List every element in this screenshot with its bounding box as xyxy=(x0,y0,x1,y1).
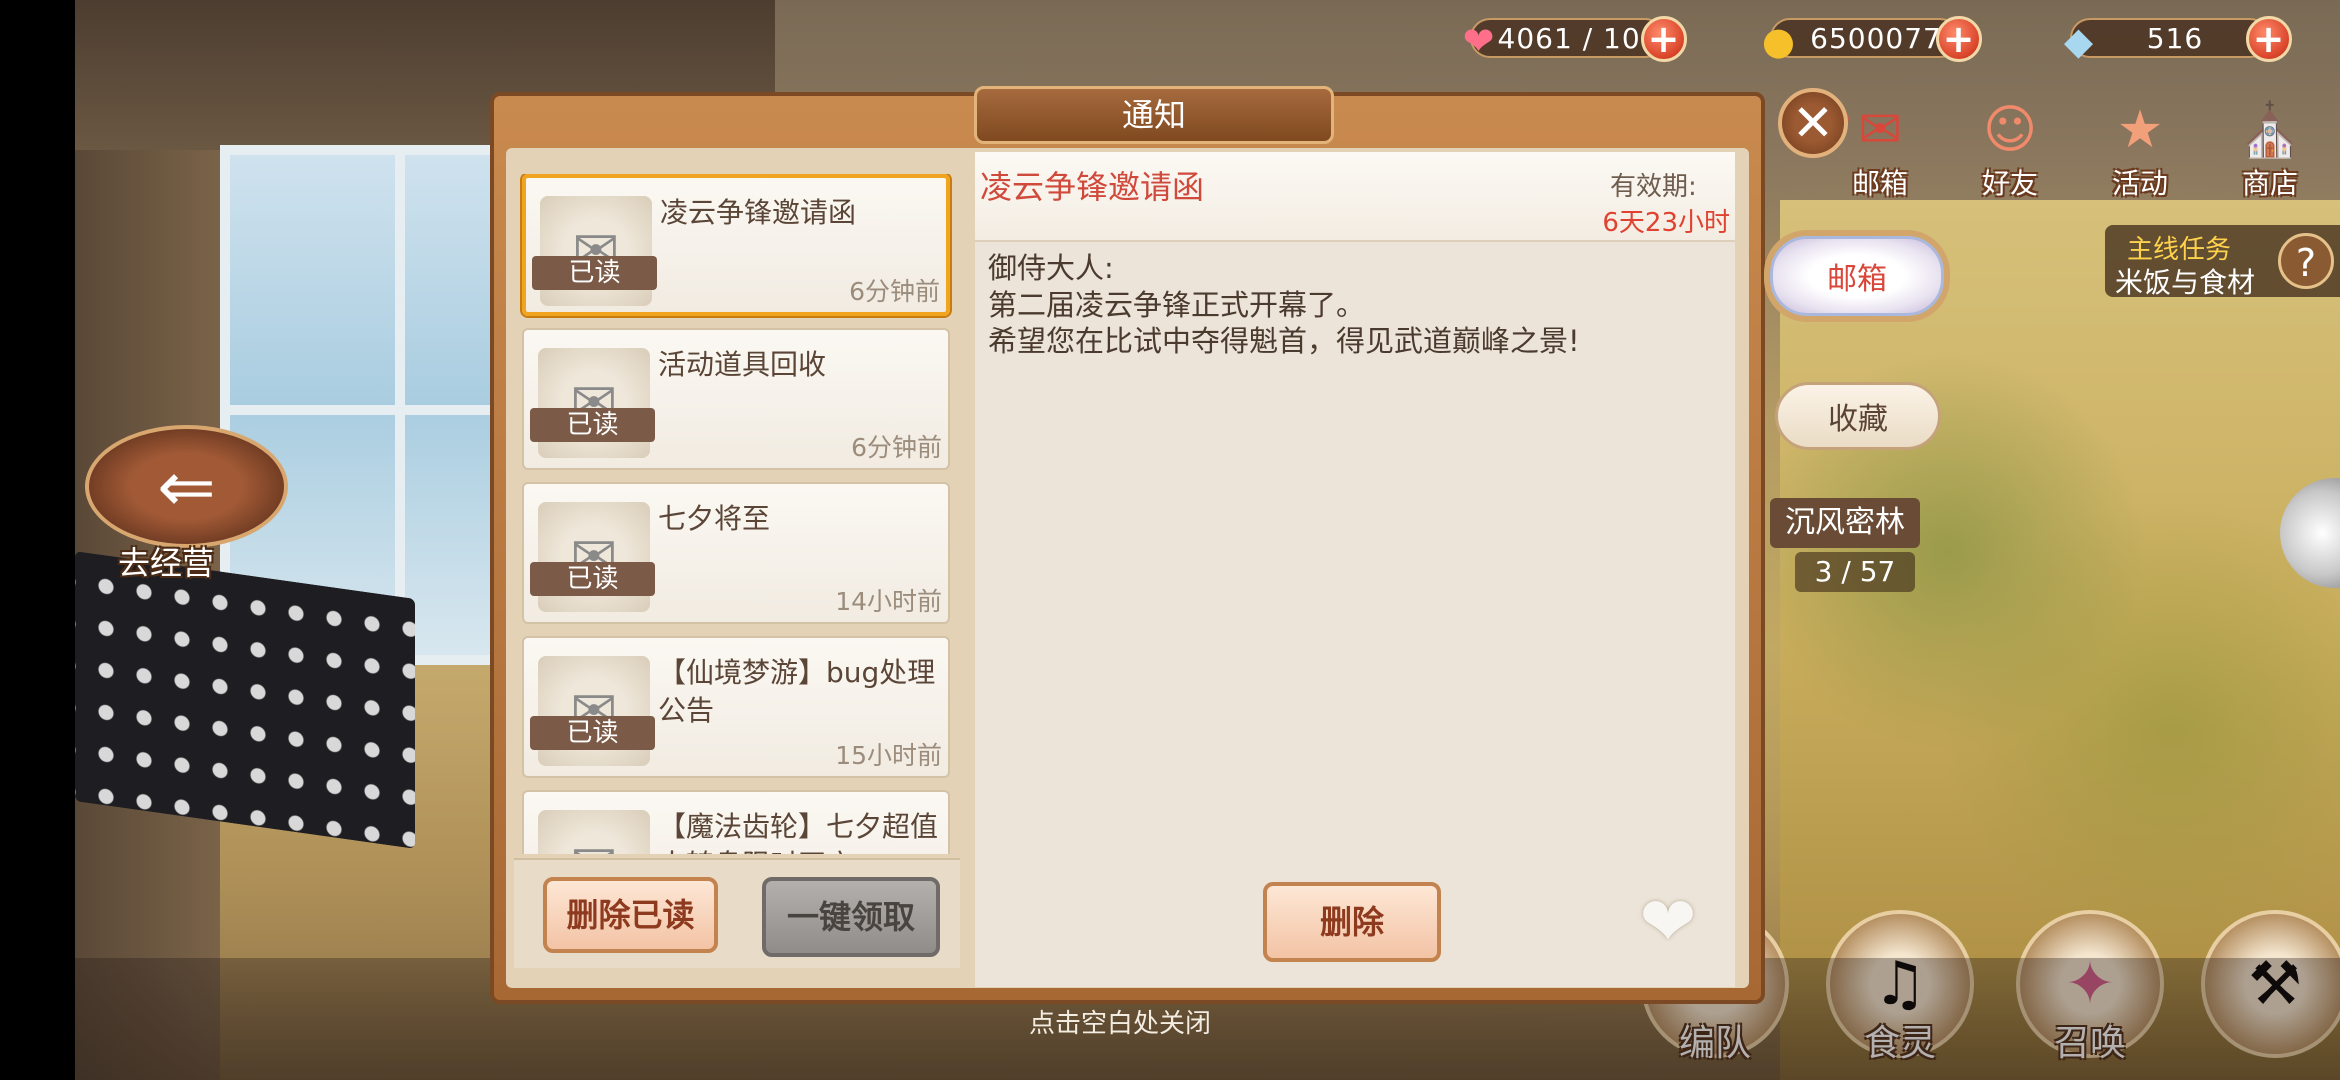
friends-icon: ☺ xyxy=(1982,100,2038,160)
mail-item[interactable]: ✉ 已读 【仙境梦游】bug处理公告 15小时前 xyxy=(522,636,950,778)
stage-progress: 3 / 57 xyxy=(1795,552,1915,592)
read-badge: 已读 xyxy=(530,408,655,442)
mail-time: 14小时前 xyxy=(835,587,942,616)
tab-mailbox[interactable]: 邮箱 xyxy=(1770,236,1944,316)
read-badge: 已读 xyxy=(532,256,657,290)
main-quest-panel[interactable]: 主线任务 米饭与食材 ? xyxy=(2105,225,2340,299)
crystal-icon: ◆ xyxy=(2063,19,2095,63)
mail-list[interactable]: ✉ 已读 凌云争锋邀请函 6分钟前 ✉ 已读 活动道具回收 6分钟前 ✉ 已读 … xyxy=(520,174,955,854)
stamina-resource: ❤ 4061 / 100 + xyxy=(1463,14,1687,63)
mail-detail-title: 凌云争锋邀请函 xyxy=(980,168,1205,206)
gems-value: 516 xyxy=(2146,21,2204,55)
mail-icon: ✉ xyxy=(1858,100,1902,160)
add-gems-button[interactable]: + xyxy=(2246,16,2292,62)
delete-button[interactable]: 删除 xyxy=(1263,882,1441,962)
quest-subtitle: 米饭与食材 xyxy=(2115,266,2256,299)
menu-events[interactable]: ★ 活动 xyxy=(2080,92,2200,202)
mail-item[interactable]: ✉ 已读 七夕将至 14小时前 xyxy=(522,482,950,624)
gems-resource: ◆ 516 + xyxy=(2064,14,2292,63)
coin-icon: ● xyxy=(1761,19,1797,63)
add-coins-button[interactable]: + xyxy=(1936,16,1982,62)
star-icon: ★ xyxy=(2116,100,2164,160)
mail-body-line: 御侍大人: xyxy=(988,251,1114,285)
mail-subject: 活动道具回收 xyxy=(658,348,827,381)
validity-value: 6天23小时 xyxy=(1602,208,1730,238)
mail-body-line: 希望您在比试中夺得魁首，得见武道巅峰之景! xyxy=(988,324,1580,358)
read-badge: 已读 xyxy=(530,562,655,596)
envelope-open-icon: ✉ xyxy=(538,810,650,854)
go-to-restaurant-label: 去经营 xyxy=(118,544,215,582)
read-badge: 已读 xyxy=(530,716,655,750)
shop-icon: ⛪ xyxy=(2237,100,2303,161)
mail-time: 15小时前 xyxy=(835,741,942,770)
mail-item[interactable]: ✉ 已读 活动道具回收 6分钟前 xyxy=(522,328,950,470)
mail-item[interactable]: ✉ 【魔法齿轮】七夕超值大转盘限时开启! xyxy=(522,790,950,854)
mail-subject: 【魔法齿轮】七夕超值大转盘限时开启! xyxy=(658,810,939,854)
favorite-heart-icon[interactable]: ❤ xyxy=(1630,888,1706,958)
mail-time: 6分钟前 xyxy=(849,277,940,306)
mail-subject: 【仙境梦游】bug处理公告 xyxy=(658,656,936,727)
background-music-stand xyxy=(75,551,415,849)
claim-all-button[interactable]: 一键领取 xyxy=(762,877,940,957)
close-hint: 点击空白处关闭 xyxy=(1028,1009,1211,1039)
mail-time: 6分钟前 xyxy=(851,433,942,462)
tab-favorites[interactable]: 收藏 xyxy=(1775,382,1941,450)
mail-subject: 七夕将至 xyxy=(658,502,771,535)
validity-label: 有效期: xyxy=(1610,172,1697,202)
coins-resource: ● 6500077 + xyxy=(1762,14,1982,63)
mail-item[interactable]: ✉ 已读 凌云争锋邀请函 6分钟前 xyxy=(522,174,950,316)
menu-shop[interactable]: ⛪ 商店 xyxy=(2210,92,2330,202)
close-icon[interactable]: ✕ xyxy=(1778,88,1848,158)
dialog-title: 通知 xyxy=(974,86,1334,144)
mail-subject: 凌云争锋邀请函 xyxy=(660,196,857,229)
help-icon[interactable]: ? xyxy=(2278,233,2334,289)
go-to-restaurant-button[interactable]: ⇐ xyxy=(85,425,288,548)
heart-icon: ❤ xyxy=(1462,19,1496,63)
stage-name: 沉风密林 xyxy=(1770,498,1920,548)
menu-friends[interactable]: ☺ 好友 xyxy=(1950,92,2070,202)
coins-value: 6500077 xyxy=(1810,21,1942,55)
delete-read-button[interactable]: 删除已读 xyxy=(543,877,718,953)
arrow-left-icon: ⇐ xyxy=(157,445,216,528)
add-stamina-button[interactable]: + xyxy=(1641,16,1687,62)
stamina-value: 4061 / 100 xyxy=(1497,21,1660,55)
